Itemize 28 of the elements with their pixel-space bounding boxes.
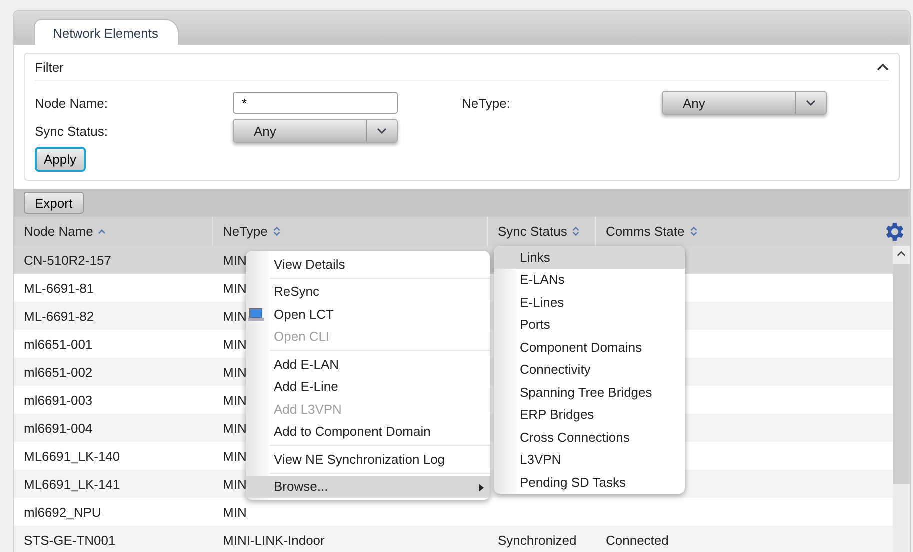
table-cell: Synchronized — [498, 532, 577, 548]
table-cell: ml6691-004 — [24, 420, 93, 436]
table-cell: ml6651-001 — [24, 336, 93, 352]
table-cell: STS-GE-TN001 — [24, 532, 116, 548]
table-cell: MIN — [223, 476, 247, 492]
table-cell: ML-6691-81 — [24, 280, 94, 296]
field-label: NeType: — [462, 96, 512, 110]
field-label: Sync Status: — [35, 124, 109, 138]
table-cell: ML-6691-82 — [24, 308, 94, 324]
field-label: Node Name: — [35, 96, 109, 110]
table-cell: ML6691_LK-140 — [24, 448, 120, 464]
table-cell: MIN — [223, 392, 247, 408]
table-cell: ml6692_NPU — [24, 504, 102, 520]
table-cell: CN-510R2-157 — [24, 252, 112, 268]
table-cell: MIN — [223, 336, 247, 352]
table-cell: MIN — [223, 308, 247, 324]
table-cell: Connected — [606, 532, 669, 548]
table-cell: ML6691_LK-141 — [24, 476, 120, 492]
table-cell: MIN — [223, 280, 247, 296]
filter-title: Filter — [35, 60, 64, 74]
table-cell: MIN — [223, 448, 247, 464]
table-cell: MIN — [223, 252, 247, 268]
table-cell: MIN — [223, 420, 247, 436]
table-cell: MINI-LINK-Indoor — [223, 532, 325, 548]
table-cell: MIN — [223, 364, 247, 380]
table-cell: ml6651-002 — [24, 364, 93, 380]
table-cell: MIN — [223, 504, 247, 520]
table-cell: ml6691-003 — [24, 392, 93, 408]
